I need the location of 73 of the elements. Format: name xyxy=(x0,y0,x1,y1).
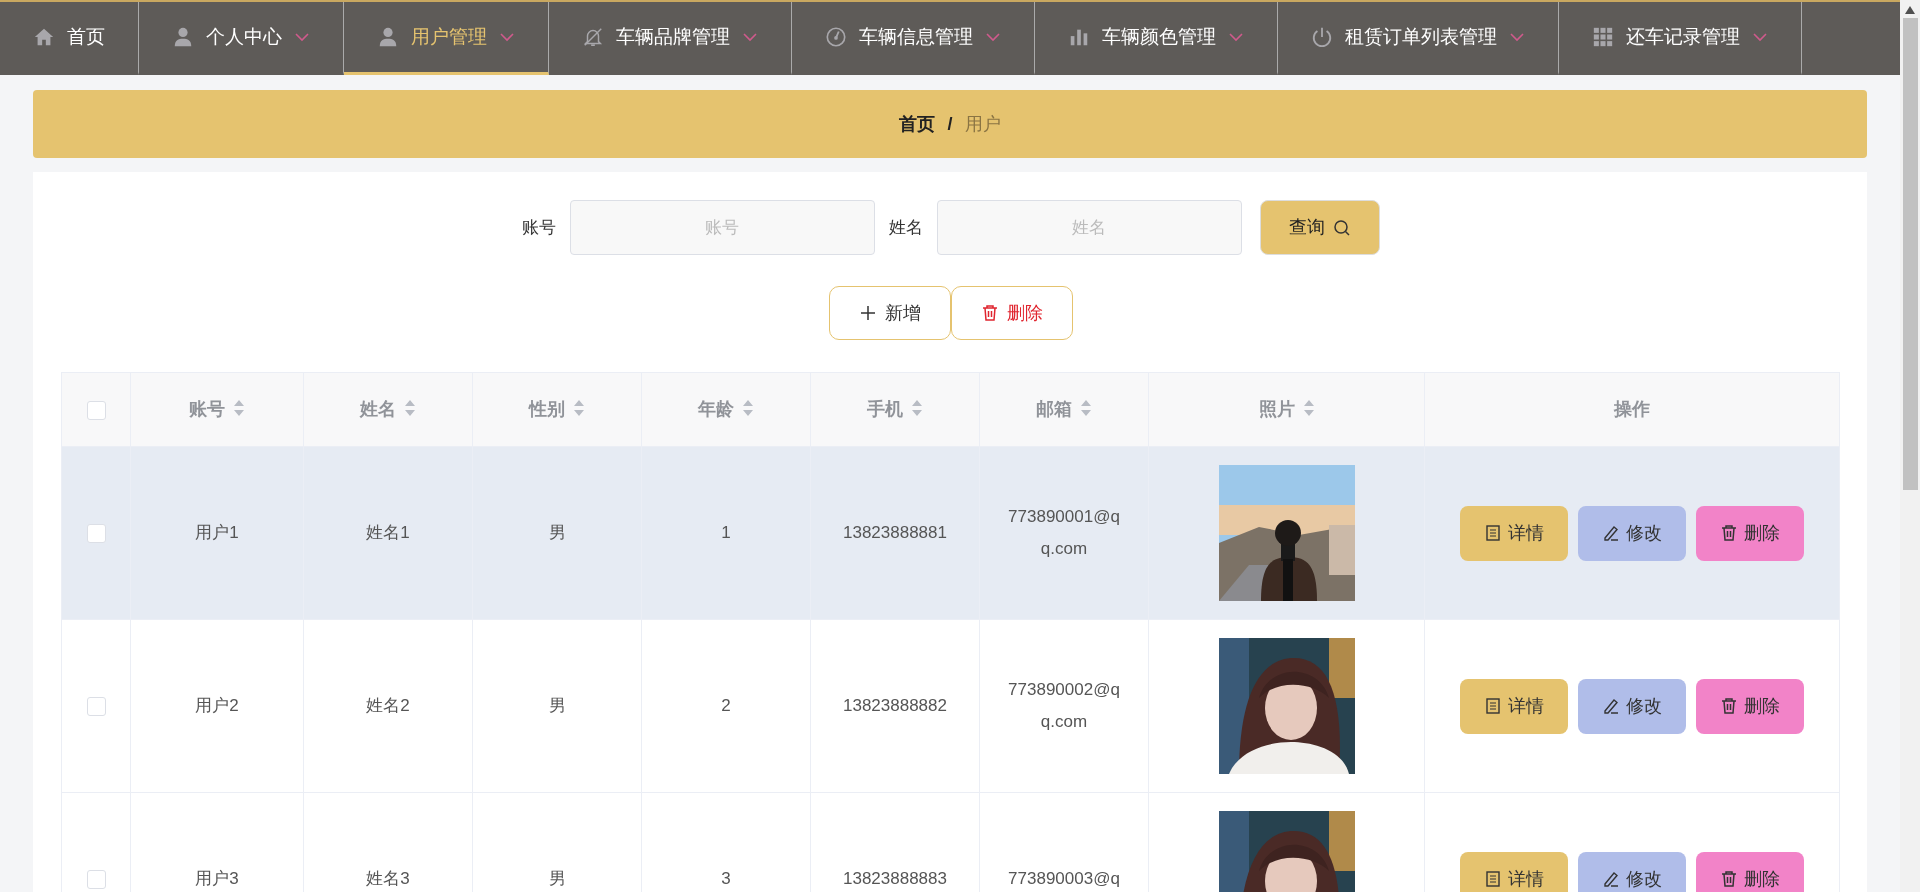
trash-icon xyxy=(1720,870,1738,888)
sort-icon[interactable] xyxy=(911,399,923,417)
table-cell: 姓名2 xyxy=(303,619,473,793)
trash-icon xyxy=(1720,697,1738,715)
add-button[interactable]: 新增 xyxy=(828,286,951,340)
document-icon xyxy=(1484,870,1502,888)
select-all-checkbox[interactable] xyxy=(86,400,106,420)
table-cell: 13823888882 xyxy=(810,619,980,793)
table-cell: 1 xyxy=(641,446,811,620)
table-cell: 用户2 xyxy=(130,619,304,793)
delete-button[interactable]: 删除 xyxy=(1696,678,1804,734)
breadcrumb-separator: / xyxy=(947,112,953,136)
search-field[interactable]: 账号 xyxy=(569,200,875,255)
table-cell: 用户1 xyxy=(130,446,304,620)
table-cell: 773890001@qq.com xyxy=(979,446,1149,620)
bell-slash-icon xyxy=(582,26,604,48)
delete-button[interactable]: 删除 xyxy=(950,286,1073,340)
sort-icon[interactable] xyxy=(573,399,585,417)
document-icon xyxy=(1484,524,1502,542)
person-icon xyxy=(377,26,399,48)
sort-icon[interactable] xyxy=(742,399,754,417)
breadcrumb-link[interactable]: 首页 xyxy=(899,110,936,138)
sort-icon[interactable] xyxy=(404,399,416,417)
power-icon xyxy=(1311,26,1333,48)
nav-tab[interactable]: 用户管理 xyxy=(344,2,549,75)
table-cell: 13823888881 xyxy=(810,446,980,620)
details-button[interactable]: 详情 xyxy=(1460,505,1568,561)
delete-button[interactable]: 删除 xyxy=(1696,851,1804,892)
row-checkbox[interactable] xyxy=(86,869,106,889)
nav-tab[interactable]: 个人中心 xyxy=(139,2,344,75)
search-icon xyxy=(1332,218,1351,237)
table-cell: 773890002@qq.com xyxy=(979,619,1149,793)
column-header: 操作 xyxy=(1614,399,1650,419)
search-button[interactable]: 查询 xyxy=(1259,200,1380,255)
nav-tab[interactable]: 车辆信息管理 xyxy=(792,2,1035,75)
scroll-up-icon[interactable] xyxy=(1905,6,1915,14)
sort-icon[interactable] xyxy=(1302,399,1315,417)
edit-button[interactable]: 修改 xyxy=(1578,678,1686,734)
edit-button[interactable]: 修改 xyxy=(1578,505,1686,561)
person-icon xyxy=(172,26,194,48)
scrollbar[interactable] xyxy=(1900,0,1920,892)
scrollbar-thumb[interactable] xyxy=(1902,18,1918,490)
trash-icon xyxy=(1720,524,1738,542)
plus-icon xyxy=(858,304,877,322)
search-field[interactable]: 姓名 xyxy=(936,200,1242,255)
table-cell: 男 xyxy=(472,619,642,793)
row-checkbox[interactable] xyxy=(86,696,106,716)
breadcrumb-current: 用户 xyxy=(964,112,1001,136)
pencil-icon xyxy=(1602,870,1620,888)
delete-button[interactable]: 删除 xyxy=(1696,505,1804,561)
details-button[interactable]: 详情 xyxy=(1460,851,1568,892)
sort-icon[interactable] xyxy=(1080,399,1092,417)
table-cell: 男 xyxy=(472,446,642,620)
details-button[interactable]: 详情 xyxy=(1460,678,1568,734)
nav-tab[interactable]: 首页 xyxy=(0,2,139,75)
nav-tab[interactable]: 租赁订单列表管理 xyxy=(1278,2,1559,75)
table-cell: 2 xyxy=(641,619,811,793)
grid-icon xyxy=(1592,26,1614,48)
nav-tab[interactable]: 还车记录管理 xyxy=(1559,2,1802,75)
house-icon xyxy=(33,26,55,48)
edit-button[interactable]: 修改 xyxy=(1578,851,1686,892)
table-cell: 姓名1 xyxy=(303,446,473,620)
nav-tab[interactable]: 车辆颜色管理 xyxy=(1035,2,1278,75)
field-label: 账号 xyxy=(521,216,556,239)
field-label: 姓名 xyxy=(888,216,923,239)
pencil-icon xyxy=(1602,697,1620,715)
document-icon xyxy=(1484,697,1502,715)
row-checkbox[interactable] xyxy=(86,523,106,543)
trash-icon xyxy=(980,304,999,322)
sort-icon[interactable] xyxy=(233,399,245,417)
pencil-icon xyxy=(1602,524,1620,542)
gauge-icon xyxy=(825,26,847,48)
nav-tab[interactable]: 车辆品牌管理 xyxy=(549,2,792,75)
